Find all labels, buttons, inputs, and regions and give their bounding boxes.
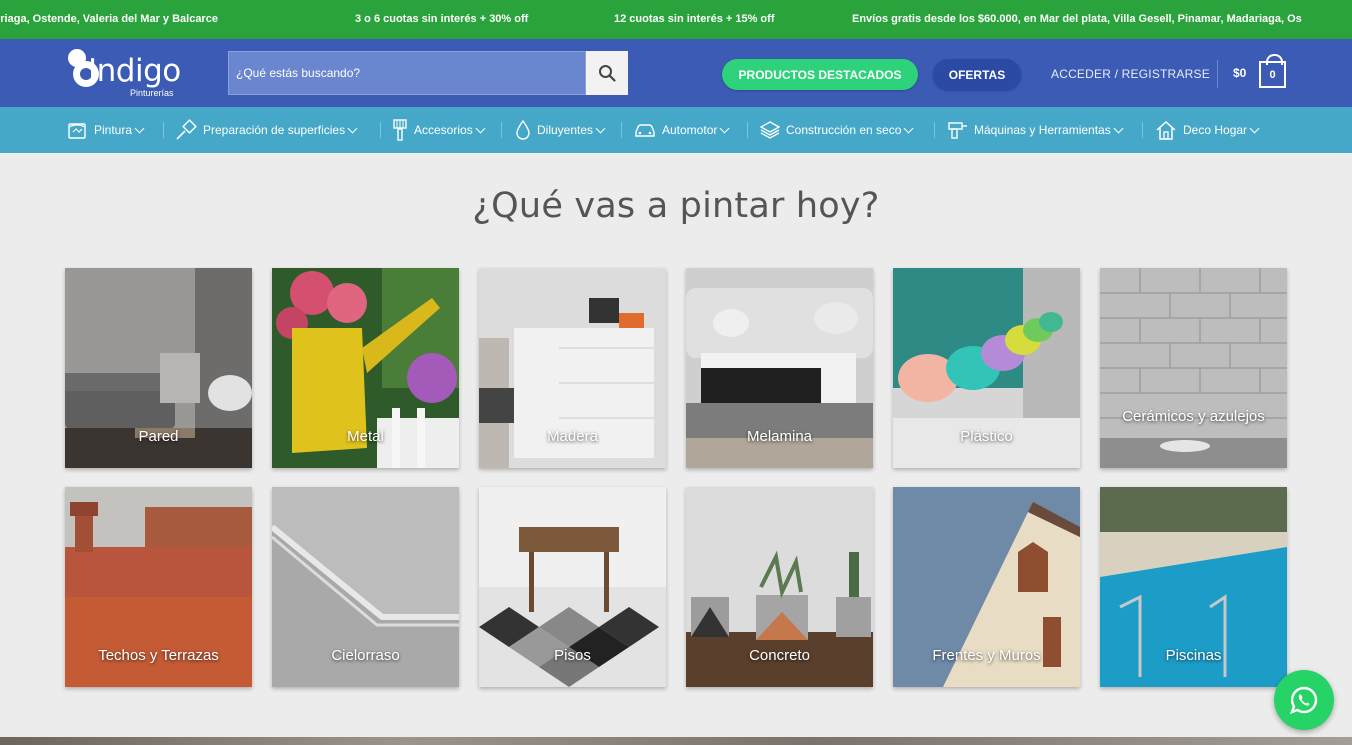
chevron-down-icon	[595, 123, 606, 133]
chevron-down-icon	[1249, 123, 1260, 133]
chevron-down-icon	[134, 123, 145, 133]
promo-bar: rriaga, Ostende, Valeria del Mar y Balca…	[0, 0, 1352, 39]
nav-divider	[501, 122, 502, 138]
site-header: Indigo Pinturerías PRODUCTOS DESTACADOS …	[0, 39, 1352, 107]
nav-item-accesorios[interactable]: Accesorios	[392, 107, 486, 153]
layers-icon	[760, 121, 780, 139]
category-tile-pisos[interactable]: Pisos	[479, 487, 666, 687]
nav-item-label: Automotor	[662, 123, 718, 137]
nav-divider	[934, 122, 935, 138]
nav-item-automotor[interactable]: Automotor	[634, 107, 730, 153]
cart-icon[interactable]: 0	[1259, 54, 1286, 88]
nav-item-label: Accesorios	[414, 123, 473, 137]
category-tile-piscinas[interactable]: Piscinas	[1100, 487, 1287, 687]
nav-divider	[380, 122, 381, 138]
tile-label: Piscinas	[1165, 647, 1222, 664]
nav-divider	[1142, 122, 1143, 138]
search-button[interactable]	[586, 51, 628, 95]
nav-item-label: Preparación de superficies	[203, 123, 346, 137]
tile-label: Cerámicos y azulejos	[1122, 408, 1265, 425]
drop-icon	[516, 119, 530, 140]
nav-item-label: Pintura	[94, 123, 133, 137]
car-icon	[635, 124, 655, 137]
nav-divider	[621, 122, 622, 138]
category-tile-pared[interactable]: Pared	[65, 268, 252, 468]
promo-item: 12 cuotas sin interés + 15% off	[614, 13, 775, 25]
category-tile-frentes[interactable]: Frentes y Muros	[893, 487, 1080, 687]
drill-icon	[948, 122, 967, 139]
tile-label: Pisos	[554, 647, 591, 664]
nav-divider	[163, 122, 164, 138]
nav-item-preparacion[interactable]: Preparación de superficies	[175, 107, 358, 153]
nav-item-maquinas[interactable]: Máquinas y Herramientas	[946, 107, 1124, 153]
chevron-down-icon	[1113, 123, 1124, 133]
tile-label: Pared	[138, 428, 179, 445]
chevron-down-icon	[475, 123, 486, 133]
featured-products-button[interactable]: PRODUCTOS DESTACADOS	[722, 59, 918, 90]
promo-item: Envíos gratis desde los $60.000, en Mar …	[852, 13, 1302, 25]
category-tile-plastico[interactable]: Plástico	[893, 268, 1080, 468]
search-icon	[599, 65, 616, 82]
house-icon	[1156, 120, 1176, 140]
tile-label: Concreto	[749, 647, 810, 664]
search-input[interactable]	[228, 51, 586, 95]
ceramic-image	[1100, 268, 1287, 468]
spatula-icon	[176, 119, 197, 140]
nav-item-label: Máquinas y Herramientas	[974, 123, 1111, 137]
search-bar	[228, 51, 628, 95]
cart-total[interactable]: $0	[1233, 66, 1246, 80]
brush-icon	[393, 119, 407, 141]
page-title: ¿Qué vas a pintar hoy?	[472, 186, 880, 226]
tile-label: Frentes y Muros	[932, 647, 1041, 664]
cart-count: 0	[1269, 68, 1276, 81]
chevron-down-icon	[719, 123, 730, 133]
chevron-down-icon	[347, 123, 358, 133]
category-tile-techos[interactable]: Techos y Terrazas	[65, 487, 252, 687]
category-nav: Pintura Preparación de superficies Acces…	[0, 107, 1352, 153]
tile-label: Plástico	[960, 428, 1013, 445]
header-divider	[1217, 60, 1218, 88]
tile-label: Melamina	[746, 428, 813, 445]
whatsapp-icon	[1289, 686, 1318, 715]
offers-button[interactable]: OFERTAS	[933, 59, 1021, 90]
logo[interactable]: Indigo Pinturerías	[66, 47, 186, 99]
login-register-link[interactable]: ACCEDER / REGISTRARSE	[1051, 67, 1210, 81]
logo-subtitle: Pinturerías	[130, 88, 174, 98]
tile-label: Madera	[547, 428, 598, 445]
category-tile-melamina[interactable]: Melamina	[686, 268, 873, 468]
category-tile-ceramicos[interactable]: Cerámicos y azulejos	[1100, 268, 1287, 468]
tile-label: Metal	[347, 428, 384, 445]
category-tile-concreto[interactable]: Concreto	[686, 487, 873, 687]
nav-item-deco-hogar[interactable]: Deco Hogar	[1155, 107, 1260, 153]
category-tile-cielorraso[interactable]: Cielorraso	[272, 487, 459, 687]
nav-item-pintura[interactable]: Pintura	[66, 107, 145, 153]
category-tile-metal[interactable]: Metal	[272, 268, 459, 468]
chevron-down-icon	[903, 123, 914, 133]
tile-label: Techos y Terrazas	[98, 647, 219, 664]
paint-bucket-icon	[68, 123, 86, 139]
nav-item-label: Deco Hogar	[1183, 123, 1248, 137]
nav-item-label: Diluyentes	[537, 123, 594, 137]
nav-item-construccion[interactable]: Construcción en seco	[760, 107, 914, 153]
nav-divider	[747, 122, 748, 138]
nav-item-label: Construcción en seco	[786, 123, 902, 137]
category-tile-madera[interactable]: Madera	[479, 268, 666, 468]
whatsapp-button[interactable]	[1274, 670, 1334, 730]
promo-item: 3 o 6 cuotas sin interés + 30% off	[355, 13, 529, 25]
nav-item-diluyentes[interactable]: Diluyentes	[515, 107, 606, 153]
promo-item: rriaga, Ostende, Valeria del Mar y Balca…	[0, 13, 218, 25]
logo-text: Indigo	[88, 53, 181, 89]
tile-label: Cielorraso	[331, 647, 400, 664]
banner-strip	[0, 737, 1352, 745]
